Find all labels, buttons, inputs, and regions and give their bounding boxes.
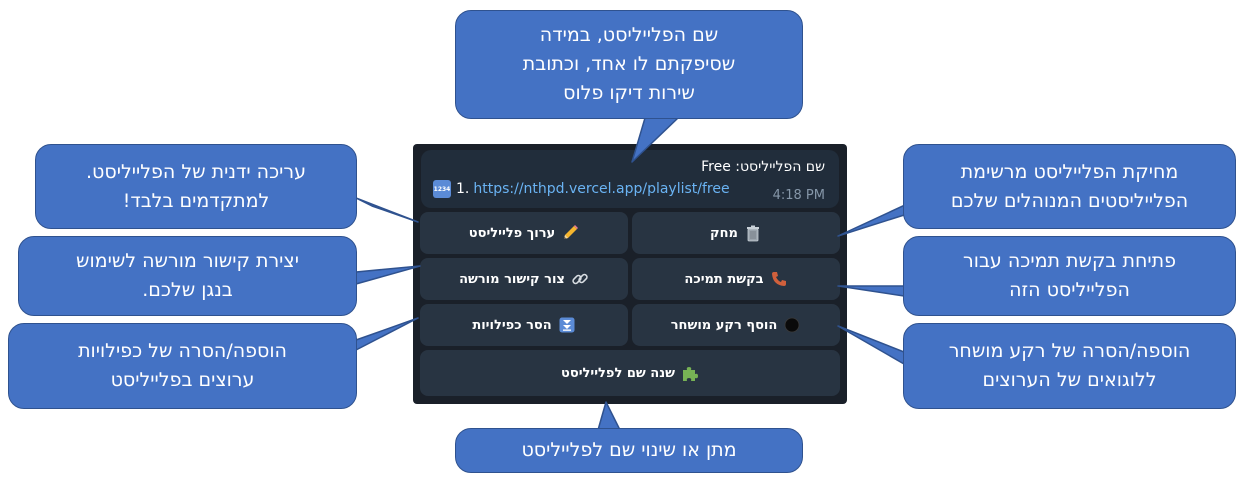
black-circle-icon xyxy=(783,316,801,334)
add-dark-background-button[interactable]: הוסף רקע מושחר xyxy=(632,304,840,346)
callout-legacy-link: יצירת קישור מורשה לשימוש בנגן שלכם. xyxy=(18,236,357,316)
message-time: 4:18 PM xyxy=(772,188,825,203)
callout-manual-edit: עריכה ידנית של הפלייליסט. למתקדמים בלבד! xyxy=(35,144,357,229)
message-link-line: 1234 1. https://nthpd.vercel.app/playlis… xyxy=(433,180,730,198)
create-legacy-link-button[interactable]: צור קישור מורשה xyxy=(420,258,628,300)
telegram-message-panel: שם הפלייליסט: Free 1234 1. https://nthpd… xyxy=(413,144,847,404)
create-legacy-link-label: צור קישור מורשה xyxy=(459,271,565,287)
numbers-icon: 1234 xyxy=(433,180,451,198)
link-icon xyxy=(571,270,589,288)
connector-legacy-link xyxy=(355,265,421,285)
edit-playlist-label: ערוך פלייליסט xyxy=(468,225,556,241)
edit-playlist-button[interactable]: ערוך פלייליסט xyxy=(420,212,628,254)
down-arrow-icon xyxy=(558,316,576,334)
callout-playlist-name: שם הפלייליסט, במידה שסיפקתם לו אחד, וכתו… xyxy=(455,10,803,119)
phone-icon xyxy=(770,270,788,288)
annotated-screenshot: שם הפלייליסט: Free 1234 1. https://nthpd… xyxy=(0,0,1244,477)
pencil-icon xyxy=(561,224,579,242)
delete-label: מחק xyxy=(710,225,738,241)
support-request-button[interactable]: בקשת תמיכה xyxy=(632,258,840,300)
callout-duplicates: הוספה/הסרה של כפילויות ערוצים בפלייליסט xyxy=(8,323,357,409)
remove-duplicates-button[interactable]: הסר כפילויות xyxy=(420,304,628,346)
callout-rename: מתן או שינוי שם לפלייליסט xyxy=(455,428,803,473)
callout-support: פתיחת בקשת תמיכה עבור הפלייליסט הזה xyxy=(903,236,1236,316)
connector-manual-edit xyxy=(355,197,419,223)
list-number: 1. xyxy=(456,181,470,197)
remove-duplicates-label: הסר כפילויות xyxy=(472,317,552,333)
add-dark-background-label: הוסף רקע מושחר xyxy=(670,317,778,333)
delete-button[interactable]: מחק xyxy=(632,212,840,254)
puzzle-icon xyxy=(681,364,699,382)
rename-playlist-button[interactable]: שנה שם לפלייליסט xyxy=(420,350,840,396)
callout-delete: מחיקת הפלייליסט מרשימת הפלייליסטים המנוה… xyxy=(903,144,1236,229)
connector-duplicates xyxy=(355,317,419,351)
connector-support xyxy=(837,285,905,297)
trash-icon xyxy=(744,224,762,242)
support-request-label: בקשת תמיכה xyxy=(684,271,764,287)
message-bubble: שם הפלייליסט: Free 1234 1. https://nthpd… xyxy=(421,150,839,208)
playlist-link[interactable]: https://nthpd.vercel.app/playlist/free xyxy=(473,181,729,197)
rename-playlist-label: שנה שם לפלייליסט xyxy=(561,365,675,381)
connector-dark-bg xyxy=(837,325,905,365)
callout-dark-background: הוספה/הסרה של רקע מושחר ללוגואים של הערו… xyxy=(903,323,1236,409)
connector-rename xyxy=(597,401,621,431)
playlist-title: שם הפלייליסט: Free xyxy=(701,159,825,175)
